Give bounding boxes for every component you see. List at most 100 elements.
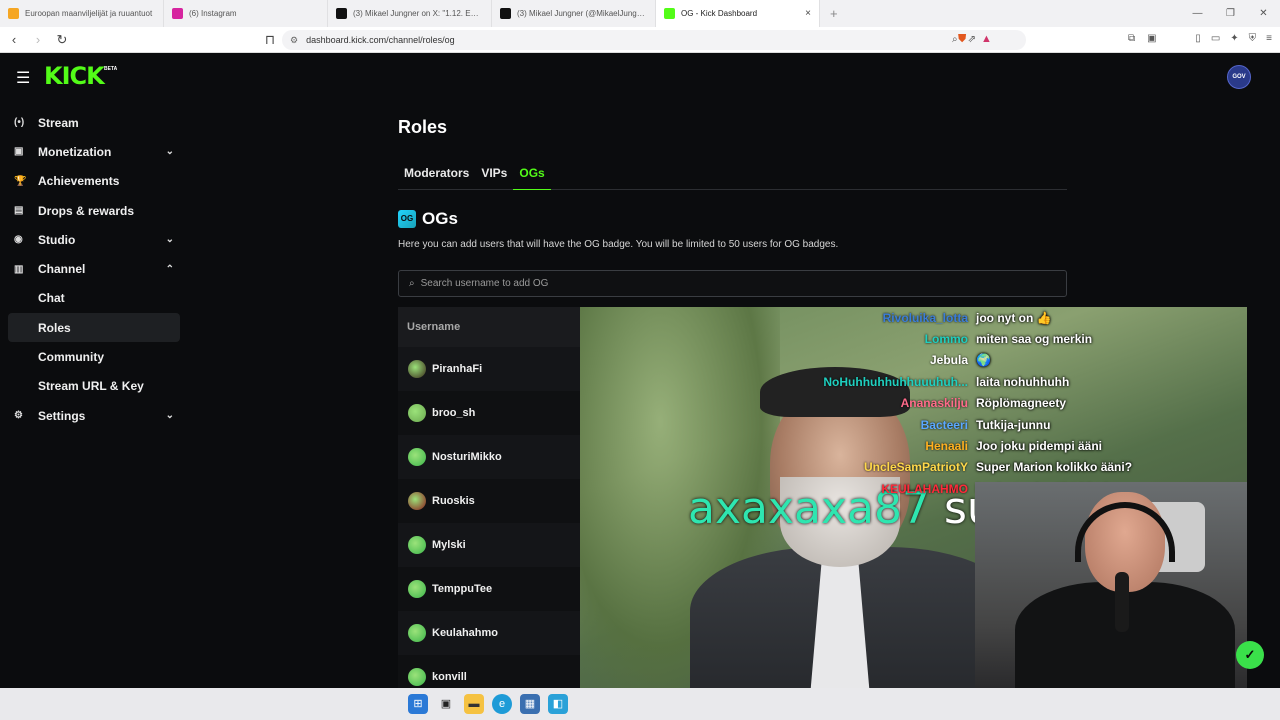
zoom-icon[interactable]: ⌕ [952,34,958,45]
vpn-icon[interactable]: ⛨ [1249,33,1257,44]
chat-text: Tutkija-junnu [976,417,1051,432]
sidebar: (•) Stream ▣ Monetization ⌄ 🏆 Achievements ▤ Dro… [8,108,180,430]
sidebar-item-achievements[interactable]: 🏆 Achievements [8,167,180,196]
browser-tab[interactable]: OG - Kick Dashboard × [656,0,820,27]
gift-icon: ▤ [14,205,24,217]
browser-toolbar: ‹ › ↻ ⊓ ⚙ dashboard.kick.com/channel/rol… [0,27,1280,53]
tab-close-icon[interactable]: × [805,8,811,19]
floating-action-icon[interactable]: ✓ [1236,641,1264,669]
tab-label: Euroopan maanviljelijät ja ruuantuot [25,9,153,18]
tab-label: OG - Kick Dashboard [681,9,758,18]
address-bar[interactable]: ⚙ dashboard.kick.com/channel/roles/og ⌕ … [282,30,1026,50]
kick-logo[interactable]: KICK [44,62,105,90]
user-avatar-icon [408,448,426,466]
username: Mylski [432,539,466,551]
chat-text: 🌍 [976,353,991,368]
rewards-icon[interactable]: ▲ [981,33,992,45]
chevron-icon[interactable]: ⌄ [166,234,174,245]
table-row[interactable]: Keulahahmo [398,611,580,655]
table-row[interactable]: broo_sh [398,391,580,435]
sidebar-item-community[interactable]: Community [8,342,180,371]
bookmark-icon[interactable]: ⊓ [260,32,280,48]
edge-browser-icon[interactable]: e [492,694,512,714]
tab-manager-icon[interactable]: ▣ [1147,33,1156,44]
menu-icon[interactable]: ≡ [1266,33,1272,44]
gear-icon: ⚙ [14,410,23,422]
sidebar-item-stream-url-key[interactable]: Stream URL & Key [8,372,180,401]
tab-favicon-icon [172,8,183,19]
hamburger-menu-icon[interactable]: ☰ [16,68,30,88]
close-window-icon[interactable]: ✕ [1247,0,1280,27]
sidebar-item-settings[interactable]: ⚙ Settings ⌄ [8,401,180,430]
broadcast-icon: (•) [14,117,25,129]
table-row[interactable]: TemppuTee [398,567,580,611]
chevron-icon[interactable]: ⌄ [166,146,174,157]
tab-moderators[interactable]: Moderators [398,160,475,190]
sidebar-item-drops-rewards[interactable]: ▤ Drops & rewards [8,196,180,225]
restore-icon[interactable]: ❐ [1214,0,1247,27]
sidebar-item-monetization[interactable]: ▣ Monetization ⌄ [8,137,180,166]
og-users-table: Username PiranhaFi broo_sh NosturiMikko … [398,307,580,699]
minimize-icon[interactable]: — [1181,0,1214,27]
tab-ogs[interactable]: OGs [513,160,551,190]
sidebar-icon[interactable]: ▯ [1195,33,1201,44]
chat-message: Jebula 🌍 [760,350,1230,371]
back-icon[interactable]: ‹ [4,32,24,47]
leo-ai-icon[interactable]: ✦ [1230,33,1238,44]
browser-tab[interactable]: (6) Instagram [164,0,328,27]
forward-icon[interactable]: › [28,32,48,47]
chat-username: Henaali [925,439,968,454]
tab-label: (3) Mikael Jungner (@MikaelJungner [517,9,647,18]
windows-start-icon[interactable]: ⊞ [408,694,428,714]
og-search-box[interactable]: ⌕ [398,270,1067,297]
tab-label: (3) Mikael Jungner on X: "1.12. EU-p [353,9,483,18]
share-icon[interactable]: ⇗ [968,34,976,45]
tab-vips[interactable]: VIPs [475,160,513,190]
og-search-input[interactable] [420,278,1021,289]
sidebar-item-roles[interactable]: Roles [8,313,180,343]
username: Ruoskis [432,495,475,507]
sidebar-item-label: Stream [38,115,79,130]
chat-message: UncleSamPatriotY Super Marion kolikko ää… [760,457,1230,478]
file-explorer-icon[interactable]: ▬ [464,694,484,714]
store-icon[interactable]: ▦ [520,694,540,714]
chat-username: Bacteeri [920,417,968,432]
sidebar-item-chat[interactable]: Chat [8,284,180,313]
chat-text: Röplömagneety [976,396,1067,411]
chat-text: miten saa og merkin [976,332,1093,347]
browser-tab[interactable]: (3) Mikael Jungner (@MikaelJungner [492,0,656,27]
brave-shield-icon[interactable]: ⛊ [958,33,966,46]
sidebar-item-label: Monetization [38,144,112,159]
task-view-icon[interactable]: ▣ [436,694,456,714]
table-row[interactable]: Mylski [398,523,580,567]
browser-tab[interactable]: Euroopan maanviljelijät ja ruuantuot [0,0,164,27]
sidebar-item-channel[interactable]: ▥ Channel ⌃ [8,254,180,283]
chat-username: Lommo [924,332,968,347]
sidebar-item-label: Drops & rewards [38,203,135,218]
reload-icon[interactable]: ↻ [52,32,72,48]
app-icon[interactable]: ◧ [548,694,568,714]
search-icon: ⌕ [409,278,415,289]
channel-icon: ▥ [14,263,24,275]
chat-message: Bacteeri Tutkija-junnu [760,414,1230,435]
tab-favicon-icon [8,8,19,19]
tab-label: (6) Instagram [189,9,237,18]
chart-icon: ▣ [14,146,24,158]
chat-text: joo nyt on 👍 [976,310,1052,325]
table-row[interactable]: Ruoskis [398,479,580,523]
browser-tab[interactable]: (3) Mikael Jungner on X: "1.12. EU-p [328,0,492,27]
extensions-icon[interactable]: ⧉ [1128,33,1135,44]
chevron-icon[interactable]: ⌃ [166,264,174,275]
user-avatar[interactable]: GOV [1227,65,1251,89]
table-body: PiranhaFi broo_sh NosturiMikko Ruoskis M… [398,347,580,699]
new-tab-icon[interactable]: + [820,6,848,21]
sidebar-item-label: Achievements [38,174,120,189]
site-info-icon[interactable]: ⚙ [290,35,298,46]
table-row[interactable]: PiranhaFi [398,347,580,391]
sidebar-item-studio[interactable]: ◉ Studio ⌄ [8,225,180,254]
table-row[interactable]: NosturiMikko [398,435,580,479]
chevron-icon[interactable]: ⌄ [166,410,174,421]
wallet-icon[interactable]: ▭ [1211,33,1220,44]
username: PiranhaFi [432,363,483,375]
sidebar-item-stream[interactable]: (•) Stream [8,108,180,137]
